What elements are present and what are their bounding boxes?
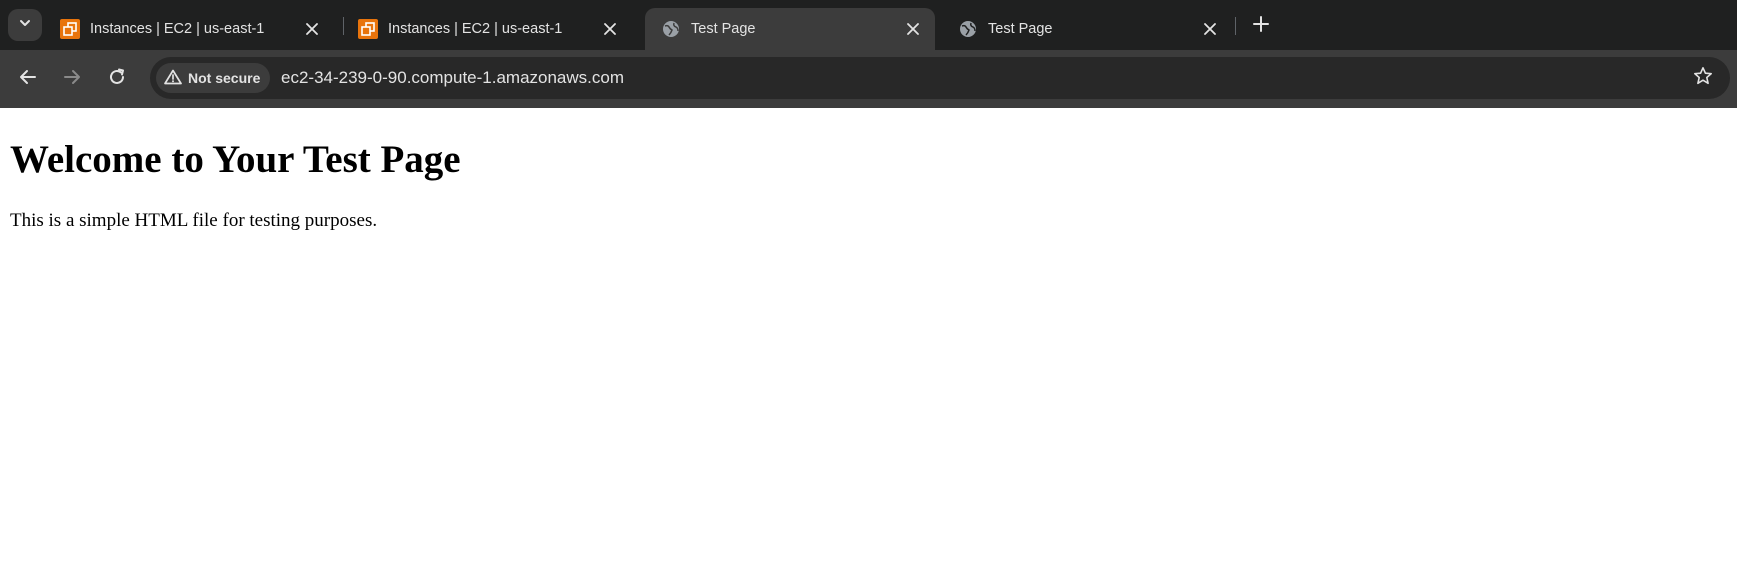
tab-test-page-active[interactable]: Test Page xyxy=(645,8,935,50)
close-icon[interactable] xyxy=(302,19,322,39)
close-icon[interactable] xyxy=(1200,19,1220,39)
globe-icon xyxy=(958,19,978,39)
tab-title: Instances | EC2 | us-east-1 xyxy=(90,21,265,37)
back-button[interactable] xyxy=(12,63,44,95)
aws-ec2-icon xyxy=(358,19,378,39)
close-icon[interactable] xyxy=(903,19,923,39)
tab-title: Instances | EC2 | us-east-1 xyxy=(388,21,563,37)
chevron-down-icon xyxy=(18,16,32,35)
page-heading: Welcome to Your Test Page xyxy=(10,138,461,181)
aws-ec2-icon xyxy=(60,19,80,39)
security-chip[interactable]: Not secure xyxy=(156,63,271,93)
close-icon[interactable] xyxy=(600,19,620,39)
globe-icon xyxy=(661,19,681,39)
star-icon xyxy=(1693,66,1713,91)
tab-search-button[interactable] xyxy=(8,9,42,41)
new-tab-button[interactable] xyxy=(1247,12,1275,40)
arrow-left-icon xyxy=(19,68,37,91)
bookmark-star-button[interactable] xyxy=(1692,66,1714,91)
tab-title: Test Page xyxy=(988,21,1053,37)
page-paragraph: This is a simple HTML file for testing p… xyxy=(10,210,378,231)
tab-title: Test Page xyxy=(691,21,756,37)
reload-button[interactable] xyxy=(101,63,133,95)
forward-button[interactable] xyxy=(56,63,88,95)
address-bar[interactable]: Not secure ec2-34-239-0-90.compute-1.ama… xyxy=(150,57,1730,99)
tab-instances-ec2-1[interactable]: Instances | EC2 | us-east-1 xyxy=(44,8,334,50)
warning-triangle-icon xyxy=(164,69,188,88)
tab-test-page[interactable]: Test Page xyxy=(942,8,1232,50)
tab-instances-ec2-2[interactable]: Instances | EC2 | us-east-1 xyxy=(342,8,632,50)
security-label: Not secure xyxy=(188,70,261,86)
reload-icon xyxy=(108,68,126,91)
url-text[interactable]: ec2-34-239-0-90.compute-1.amazonaws.com xyxy=(281,68,624,88)
tab-separator xyxy=(1235,17,1236,35)
page-content: Welcome to Your Test Page This is a simp… xyxy=(0,108,1737,576)
tab-strip: Instances | EC2 | us-east-1 Instances | … xyxy=(0,0,1737,50)
plus-icon xyxy=(1253,15,1269,37)
browser-toolbar: Not secure ec2-34-239-0-90.compute-1.ama… xyxy=(0,50,1737,108)
arrow-right-icon xyxy=(63,68,81,91)
